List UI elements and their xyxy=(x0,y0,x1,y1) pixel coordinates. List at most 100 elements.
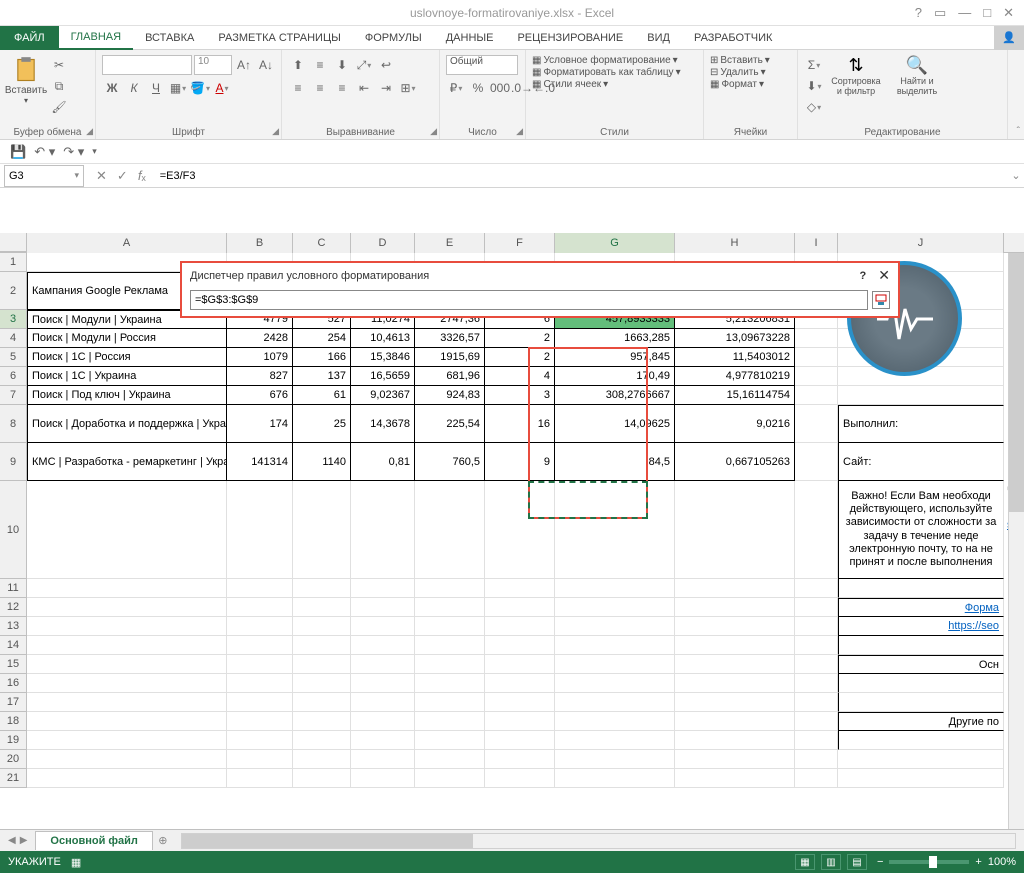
row-header-5[interactable]: 5 xyxy=(0,348,27,367)
align-right-icon[interactable]: ≡ xyxy=(332,78,352,98)
cell[interactable]: 84,5 xyxy=(555,443,675,481)
cell[interactable] xyxy=(293,617,351,636)
cell[interactable] xyxy=(227,674,293,693)
tab-insert[interactable]: ВСТАВКА xyxy=(133,26,206,50)
row-header-10[interactable]: 10 xyxy=(0,481,27,579)
cell[interactable] xyxy=(415,636,485,655)
cell[interactable]: 25 xyxy=(293,405,351,443)
row-header-18[interactable]: 18 xyxy=(0,712,27,731)
align-bottom-icon[interactable]: ⬇ xyxy=(332,55,352,75)
help-icon[interactable]: ? xyxy=(915,5,922,21)
cell[interactable] xyxy=(795,329,838,348)
cell[interactable] xyxy=(351,655,415,674)
cell[interactable]: 11,5403012 xyxy=(675,348,795,367)
autosum-button[interactable]: Σ xyxy=(804,55,824,75)
row-header-6[interactable]: 6 xyxy=(0,367,27,386)
cell[interactable] xyxy=(27,617,227,636)
cell[interactable] xyxy=(485,769,555,788)
cell[interactable]: 10,4613 xyxy=(351,329,415,348)
cell[interactable] xyxy=(27,693,227,712)
zoom-in-icon[interactable]: + xyxy=(975,856,981,868)
column-header-F[interactable]: F xyxy=(485,233,555,253)
currency-button[interactable]: ₽ xyxy=(446,78,466,98)
cell[interactable] xyxy=(555,579,675,598)
ribbon-options-icon[interactable]: ▭ xyxy=(934,5,946,21)
cell[interactable] xyxy=(351,693,415,712)
font-size-select[interactable]: 10 xyxy=(194,55,232,75)
row-header-19[interactable]: 19 xyxy=(0,731,27,750)
cell[interactable] xyxy=(27,579,227,598)
cell[interactable] xyxy=(485,693,555,712)
cell[interactable] xyxy=(351,579,415,598)
add-sheet-icon[interactable]: ⊕ xyxy=(153,834,173,847)
cell[interactable] xyxy=(838,750,1004,769)
cell[interactable] xyxy=(415,769,485,788)
cell[interactable]: Сайт: xyxy=(838,443,1004,481)
cell[interactable] xyxy=(293,636,351,655)
cell[interactable] xyxy=(293,579,351,598)
cell[interactable]: 225,54 xyxy=(415,405,485,443)
cell[interactable] xyxy=(415,617,485,636)
cell[interactable] xyxy=(227,693,293,712)
cell[interactable]: 827 xyxy=(227,367,293,386)
cell[interactable] xyxy=(795,481,838,579)
cell[interactable]: 0,667105263 xyxy=(675,443,795,481)
fill-button[interactable]: ⬇ xyxy=(804,76,824,96)
macro-record-icon[interactable]: ▦ xyxy=(71,856,81,869)
close-icon[interactable]: ✕ xyxy=(1003,5,1014,21)
cell[interactable] xyxy=(227,712,293,731)
minimize-icon[interactable]: — xyxy=(958,5,971,21)
row-header-8[interactable]: 8 xyxy=(0,405,27,443)
cell[interactable] xyxy=(555,693,675,712)
cell[interactable]: 2428 xyxy=(227,329,293,348)
borders-button[interactable]: ▦ xyxy=(168,78,188,98)
column-header-C[interactable]: C xyxy=(293,233,351,253)
cell[interactable]: 2 xyxy=(485,348,555,367)
row-header-20[interactable]: 20 xyxy=(0,750,27,769)
cell[interactable]: 676 xyxy=(227,386,293,405)
wrap-text-icon[interactable]: ↩ xyxy=(376,55,396,75)
sort-filter-button[interactable]: ⇅ Сортировка и фильтр xyxy=(827,55,885,96)
cell[interactable]: 681,96 xyxy=(415,367,485,386)
cell[interactable]: 14,3678 xyxy=(351,405,415,443)
cell[interactable] xyxy=(555,750,675,769)
cell[interactable] xyxy=(415,674,485,693)
sheet-tab-main[interactable]: Основной файл xyxy=(35,831,152,850)
cell[interactable]: Поиск | Под ключ | Украина xyxy=(27,386,227,405)
tab-developer[interactable]: РАЗРАБОТЧИК xyxy=(682,26,784,50)
cell[interactable]: 15,3846 xyxy=(351,348,415,367)
column-header-D[interactable]: D xyxy=(351,233,415,253)
column-header-E[interactable]: E xyxy=(415,233,485,253)
page-break-view-icon[interactable]: ▤ xyxy=(847,854,867,870)
cell[interactable]: КМС | Разработка - ремаркетинг | Украина xyxy=(27,443,227,481)
cell[interactable] xyxy=(351,731,415,750)
row-header-4[interactable]: 4 xyxy=(0,329,27,348)
cell[interactable]: 1140 xyxy=(293,443,351,481)
comma-button[interactable]: 000 xyxy=(490,78,510,98)
cell[interactable]: 170,49 xyxy=(555,367,675,386)
cell[interactable] xyxy=(351,598,415,617)
cell[interactable] xyxy=(795,617,838,636)
row-header-2[interactable]: 2 xyxy=(0,272,27,310)
cell[interactable] xyxy=(415,731,485,750)
tab-formulas[interactable]: ФОРМУЛЫ xyxy=(353,26,434,50)
cell[interactable] xyxy=(555,769,675,788)
cell[interactable] xyxy=(838,693,1004,712)
decrease-font-icon[interactable]: A↓ xyxy=(256,55,276,75)
column-header-G[interactable]: G xyxy=(555,233,675,253)
cell[interactable]: Выполнил: xyxy=(838,405,1004,443)
cell[interactable] xyxy=(795,443,838,481)
cell[interactable]: 1079 xyxy=(227,348,293,367)
cell[interactable] xyxy=(795,693,838,712)
row-header-14[interactable]: 14 xyxy=(0,636,27,655)
tab-home[interactable]: ГЛАВНАЯ xyxy=(59,26,133,50)
row-header-3[interactable]: 3 xyxy=(0,310,27,329)
cell[interactable] xyxy=(485,598,555,617)
collapse-dialog-icon[interactable] xyxy=(872,291,890,309)
cell[interactable] xyxy=(485,731,555,750)
zoom-out-icon[interactable]: − xyxy=(877,856,883,868)
cell[interactable]: Форма xyxy=(838,598,1004,617)
cell[interactable] xyxy=(485,579,555,598)
cell[interactable] xyxy=(293,674,351,693)
cell[interactable] xyxy=(293,693,351,712)
